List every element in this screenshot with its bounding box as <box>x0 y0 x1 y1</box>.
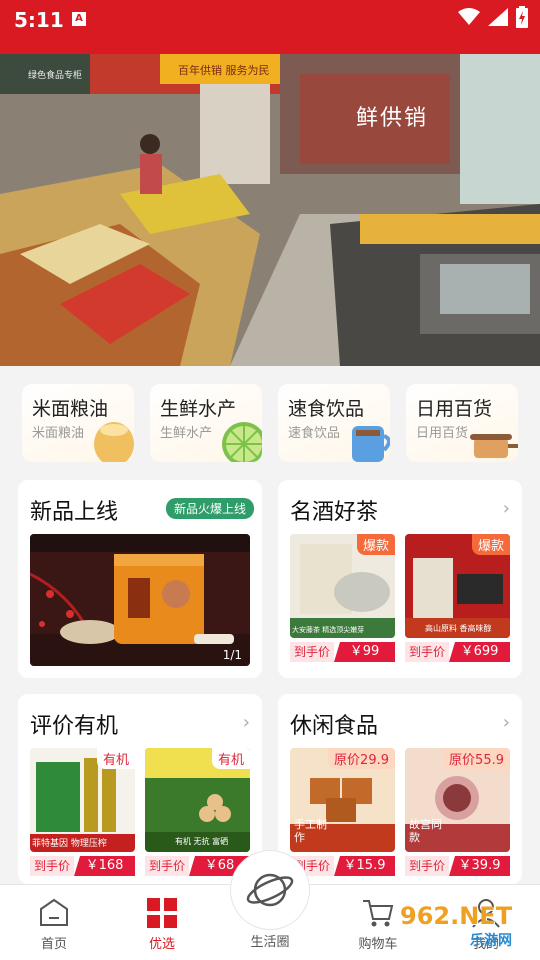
nav-featured[interactable]: 优选 <box>122 893 202 952</box>
lime-slice-icon <box>222 422 262 462</box>
notification-icon: A <box>72 12 86 26</box>
watermark-logo: 962.NET 乐游网 <box>400 902 536 956</box>
battery-icon <box>516 6 528 28</box>
status-time: 5:11 <box>14 8 64 32</box>
product-caption: 菲特基因 物理压榨 <box>32 839 107 849</box>
section-title: 评价有机 <box>30 714 119 739</box>
product-item[interactable]: 原价29.9 手工制作 到手价 ￥15.9 <box>290 748 395 876</box>
carousel-pager: 1/1 <box>222 648 242 662</box>
price-row: 到手价 ￥99 <box>290 642 395 662</box>
snacks-card[interactable]: 休闲食品 › 原价29.9 手工制作 到手价 ￥15.9 原价55.9 故宫同款… <box>278 694 522 884</box>
category-grain-oil[interactable]: 米面粮油 米面粮油 <box>22 384 134 462</box>
product-image: 原价55.9 故宫同款 <box>405 748 510 852</box>
sign-mid: 百年供销 服务为民 <box>178 64 270 77</box>
price-label: 到手价 <box>30 856 75 876</box>
category-subtitle: 日用百货 <box>416 426 469 441</box>
price-value: ￥39.9 <box>449 856 510 876</box>
price-value: ￥99 <box>334 642 395 662</box>
original-price-tag: 原价55.9 <box>443 748 510 769</box>
hot-tag: 爆款 <box>356 534 395 555</box>
home-icon <box>40 898 68 926</box>
product-image: 原价29.9 手工制作 <box>290 748 395 852</box>
category-subtitle: 速食饮品 <box>288 426 341 441</box>
price-row: 到手价 ￥168 <box>30 856 135 876</box>
sign-left: 绿色食品专柜 <box>28 71 83 81</box>
status-bar: 5:11 A <box>0 0 540 54</box>
original-price-tag: 原价29.9 <box>328 748 395 769</box>
product-item[interactable]: 原价55.9 故宫同款 到手价 ￥39.9 <box>405 748 510 876</box>
price-value: ￥15.9 <box>334 856 395 876</box>
new-products-carousel[interactable]: 1/1 <box>30 534 250 666</box>
product-caption: 大安藤茶 精选顶尖嫩芽 <box>292 626 365 634</box>
sign-right: 鲜供销 <box>356 106 429 131</box>
signal-icon <box>488 8 508 26</box>
new-products-card[interactable]: 新品上线 新品火爆上线 1/1 <box>18 480 262 678</box>
price-label: 到手价 <box>290 642 335 662</box>
chevron-right-icon[interactable]: › <box>503 498 510 519</box>
product-caption: 故宫同款 <box>409 818 442 844</box>
price-label: 到手价 <box>405 642 450 662</box>
chevron-right-icon[interactable]: › <box>503 712 510 733</box>
category-daily-goods[interactable]: 日用百货 日用百货 <box>406 384 518 462</box>
rice-bag-icon <box>94 422 134 462</box>
product-image: 爆款 大安藤茶 精选顶尖嫩芽 <box>290 534 395 638</box>
hot-tag: 爆款 <box>471 534 510 555</box>
price-value: ￥168 <box>74 856 135 876</box>
watermark-bottom: 乐游网 <box>470 933 512 949</box>
nav-label: 首页 <box>40 937 67 952</box>
organic-tag: 有机 <box>211 748 250 769</box>
nav-label: 购物车 <box>358 937 398 952</box>
category-subtitle: 生鲜水产 <box>160 426 213 441</box>
wine-tea-card[interactable]: 名酒好茶 › 爆款 大安藤茶 精选顶尖嫩芽 到手价 ￥99 爆款 高山原料 香高… <box>278 480 522 678</box>
chevron-right-icon[interactable]: › <box>243 712 250 733</box>
price-row: 到手价 ￥39.9 <box>405 856 510 876</box>
section-title: 新品上线 <box>30 500 119 525</box>
wifi-icon <box>458 8 480 25</box>
product-item[interactable]: 爆款 高山原料 香高味醇 到手价 ￥699 <box>405 534 510 662</box>
product-image: 有机 菲特基因 物理压榨 <box>30 748 135 852</box>
section-title: 休闲食品 <box>290 714 379 739</box>
product-image <box>30 534 250 666</box>
product-item[interactable]: 有机 有机 无抗 富硒 到手价 ￥68 <box>145 748 250 876</box>
price-row: 到手价 ￥699 <box>405 642 510 662</box>
status-icons <box>458 6 528 28</box>
price-label: 到手价 <box>145 856 190 876</box>
hero-banner[interactable]: 绿色食品专柜 百年供销 服务为民 鲜供销 <box>0 54 540 366</box>
store-interior-image <box>0 54 540 366</box>
category-row: 米面粮油 米面粮油 生鲜水产 生鲜水产 速食饮品 速食饮品 日用百货 日用百货 <box>0 366 540 466</box>
section-title: 名酒好茶 <box>290 500 379 525</box>
price-label: 到手价 <box>405 856 450 876</box>
pot-icon <box>470 434 518 458</box>
nav-life-circle[interactable]: 生活圈 <box>230 931 310 950</box>
category-title: 速食饮品 <box>288 398 365 420</box>
product-image: 有机 有机 无抗 富硒 <box>145 748 250 852</box>
category-title: 日用百货 <box>416 398 493 420</box>
organic-tag: 有机 <box>96 748 135 769</box>
grid-icon <box>147 898 177 928</box>
product-item[interactable]: 爆款 大安藤茶 精选顶尖嫩芽 到手价 ￥99 <box>290 534 395 662</box>
category-subtitle: 米面粮油 <box>32 426 85 441</box>
product-caption: 手工制作 <box>294 818 327 844</box>
category-fresh-seafood[interactable]: 生鲜水产 生鲜水产 <box>150 384 262 462</box>
life-circle-button[interactable] <box>230 850 310 930</box>
category-instant-drinks[interactable]: 速食饮品 速食饮品 <box>278 384 390 462</box>
product-image: 爆款 高山原料 香高味醇 <box>405 534 510 638</box>
product-caption: 有机 无抗 富硒 <box>175 837 229 846</box>
organic-card[interactable]: 评价有机 › 有机 菲特基因 物理压榨 到手价 ￥168 有机 有机 无抗 富硒… <box>18 694 262 884</box>
watermark-top: 962.NET <box>400 902 513 930</box>
nav-home[interactable]: 首页 <box>14 893 94 952</box>
product-caption: 高山原料 香高味醇 <box>425 624 492 633</box>
new-badge: 新品火爆上线 <box>166 498 255 519</box>
price-value: ￥699 <box>449 642 510 662</box>
planet-icon <box>246 873 294 907</box>
nav-label: 优选 <box>148 937 175 952</box>
cart-icon <box>363 900 394 927</box>
product-item[interactable]: 有机 菲特基因 物理压榨 到手价 ￥168 <box>30 748 135 876</box>
nav-label: 生活圈 <box>250 935 290 950</box>
cup-icon <box>352 426 390 462</box>
